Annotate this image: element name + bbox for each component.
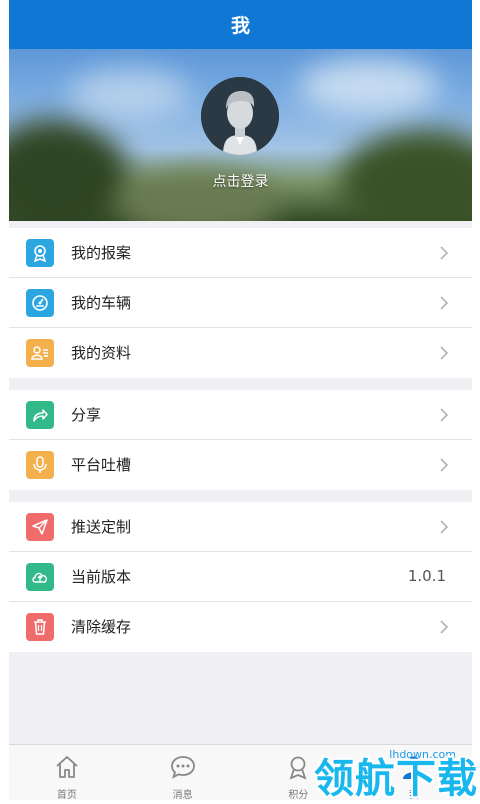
chevron-right-icon: [440, 346, 449, 360]
menu-item-label: 当前版本: [71, 568, 132, 586]
tab-home[interactable]: 首页: [9, 745, 125, 800]
menu-item-my-profile[interactable]: 我的资料: [9, 328, 472, 378]
menu-group-3: 推送定制 当前版本 1.0.1 清除缓存: [9, 502, 472, 652]
menu-item-share[interactable]: 分享: [9, 390, 472, 440]
menu-group-2: 分享 平台吐槽: [9, 390, 472, 490]
gauge-icon: [26, 289, 54, 317]
tab-messages[interactable]: 消息: [125, 745, 241, 800]
chevron-right-icon: [440, 296, 449, 310]
chat-icon: [170, 756, 195, 779]
chevron-right-icon: [440, 620, 449, 634]
menu-item-feedback[interactable]: 平台吐槽: [9, 440, 472, 490]
menu-item-label: 我的报案: [71, 244, 132, 262]
menu-item-label: 我的车辆: [71, 294, 132, 312]
profile-header: 点击登录: [9, 49, 472, 221]
tab-label: 首页: [56, 790, 77, 800]
login-link[interactable]: 点击登录: [9, 171, 472, 191]
menu-group-1: 我的报案 我的车辆 我的资料: [9, 228, 472, 378]
avatar[interactable]: [201, 77, 279, 155]
version-number: 1.0.1: [407, 567, 446, 585]
menu-item-my-reports[interactable]: 我的报案: [9, 228, 472, 278]
menu-item-label: 我的资料: [71, 344, 132, 362]
tab-label: 消息: [172, 790, 193, 800]
id-card-icon: [26, 339, 54, 367]
app-screen: 我 点击登录 我的报案 我的车辆 我的资料 分享 平台吐槽 推送定制 当前版本 …: [9, 0, 472, 800]
menu-item-push-settings[interactable]: 推送定制: [9, 502, 472, 552]
cloud-upload-icon: [26, 563, 54, 591]
menu-item-label: 推送定制: [71, 518, 132, 536]
menu-item-label: 平台吐槽: [71, 456, 132, 474]
chevron-right-icon: [440, 408, 449, 422]
menu-item-label: 清除缓存: [71, 618, 132, 636]
site-watermark: lhdown.com 领航下载: [288, 744, 478, 802]
menu-item-label: 分享: [71, 406, 102, 424]
chevron-right-icon: [440, 246, 449, 260]
chevron-right-icon: [440, 458, 449, 472]
watermark-logo: 领航下载: [314, 756, 478, 802]
home-icon: [56, 756, 78, 778]
chevron-right-icon: [440, 520, 449, 534]
menu-item-current-version[interactable]: 当前版本 1.0.1: [9, 552, 472, 602]
trash-icon: [26, 613, 54, 641]
mic-icon: [26, 451, 54, 479]
nav-bar: 我: [9, 0, 472, 49]
menu-item-my-vehicles[interactable]: 我的车辆: [9, 278, 472, 328]
award-icon: [26, 239, 54, 267]
default-avatar-icon: [201, 77, 279, 155]
share-icon: [26, 401, 54, 429]
menu-item-clear-cache[interactable]: 清除缓存: [9, 602, 472, 652]
send-icon: [26, 513, 54, 541]
page-title: 我: [230, 15, 250, 37]
